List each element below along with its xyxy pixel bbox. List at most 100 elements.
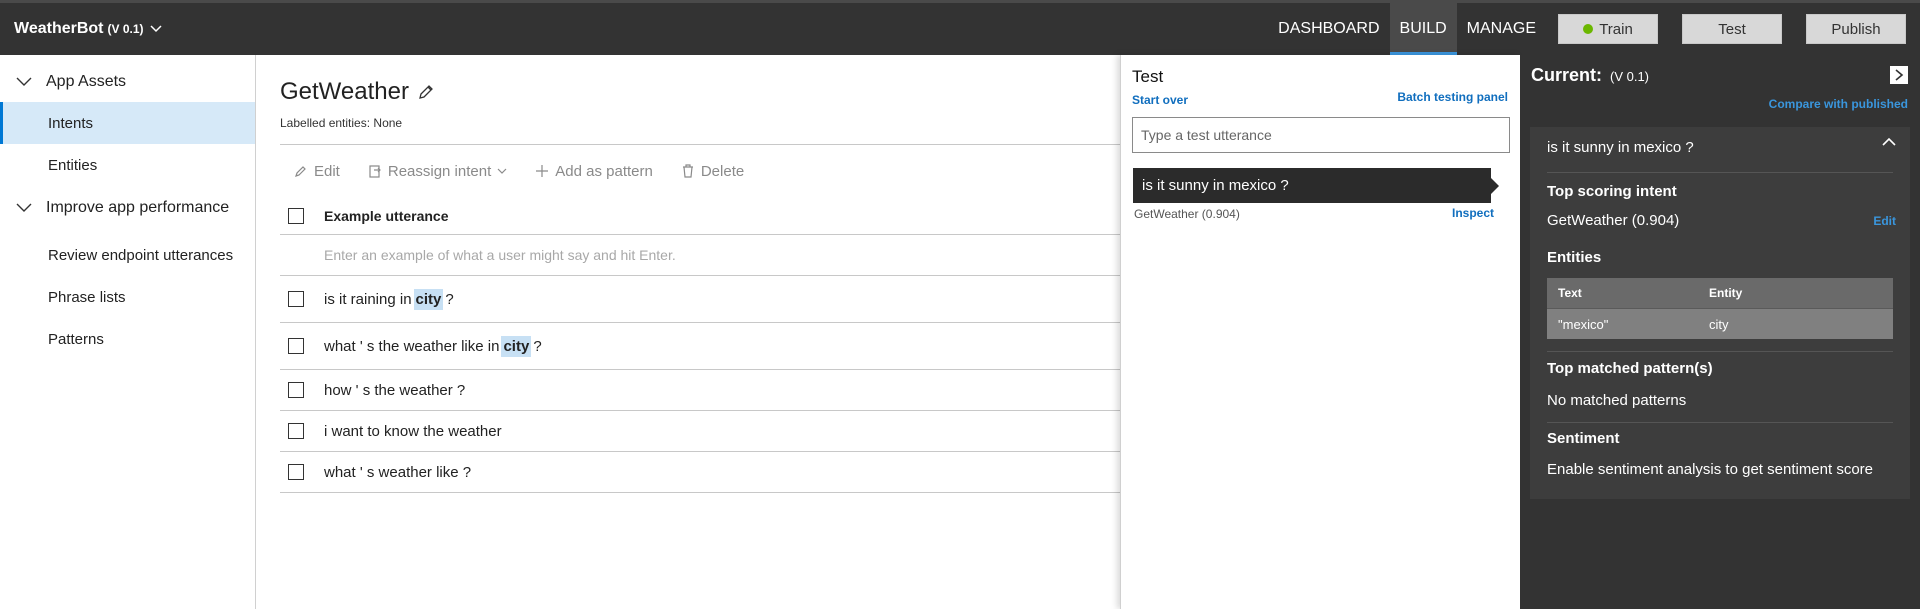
train-label: Train	[1599, 20, 1633, 38]
page-title: GetWeather	[280, 78, 409, 105]
publish-button[interactable]: Publish	[1806, 14, 1906, 44]
top-intent-heading: Top scoring intent	[1547, 183, 1677, 200]
start-over-link[interactable]: Start over	[1132, 93, 1188, 107]
inspect-utterance: is it sunny in mexico ?	[1547, 139, 1694, 156]
row-checkbox[interactable]	[288, 464, 304, 480]
entities-table-header: Text Entity	[1547, 278, 1893, 308]
utterance-text: ?	[445, 290, 454, 308]
app-name: WeatherBot	[14, 20, 104, 37]
divider	[1547, 351, 1893, 352]
row-checkbox[interactable]	[288, 338, 304, 354]
reassign-icon	[369, 165, 381, 178]
entities-heading: Entities	[1547, 249, 1602, 266]
trash-icon	[682, 164, 693, 178]
entity-name: city	[1709, 316, 1729, 332]
train-status-icon	[1583, 24, 1594, 34]
test-button[interactable]: Test	[1682, 14, 1782, 44]
top-intent-value: GetWeather (0.904)	[1547, 212, 1680, 229]
table-row[interactable]: is it raining in city ?	[280, 276, 1120, 323]
table-row[interactable]: how ' s the weather ?	[280, 370, 1120, 411]
table-row[interactable]: what ' s the weather like in city ?	[280, 323, 1120, 370]
column-header: Text	[1558, 286, 1582, 300]
inspect-link[interactable]: Inspect	[1452, 206, 1494, 220]
compare-with-published-link[interactable]: Compare with published	[1769, 97, 1908, 111]
test-utterance-bubble[interactable]: is it sunny in mexico ?	[1133, 168, 1499, 203]
test-utterance-input[interactable]	[1132, 117, 1510, 153]
toolbar: Edit Reassign intent Add as pattern Dele…	[294, 151, 1120, 191]
sidebar-item-intents[interactable]: Intents	[0, 102, 255, 144]
delete-label: Delete	[700, 162, 745, 180]
sentiment-value: Enable sentiment analysis to get sentime…	[1547, 461, 1874, 478]
inspect-card: is it sunny in mexico ? Top scoring inte…	[1530, 127, 1910, 499]
row-checkbox[interactable]	[288, 291, 304, 307]
chevron-down-icon	[497, 168, 507, 174]
test-panel: Test Start over Batch testing panel is i…	[1120, 55, 1520, 609]
select-all-checkbox[interactable]	[288, 207, 304, 224]
main-content: GetWeather Labelled entities: None Edit …	[280, 55, 1120, 493]
app-version: (V 0.1)	[107, 22, 144, 36]
train-button[interactable]: Train	[1558, 14, 1658, 44]
top-nav: DASHBOARD BUILD MANAGE Train Test Publis…	[1268, 3, 1920, 55]
new-utterance-input[interactable]: Enter an example of what a user might sa…	[280, 235, 1120, 276]
close-panel-button[interactable]	[1890, 66, 1908, 84]
inspect-heading: Current:	[1531, 65, 1602, 85]
row-checkbox[interactable]	[288, 423, 304, 439]
delete-button[interactable]: Delete	[681, 163, 744, 180]
add-as-pattern-button[interactable]: Add as pattern	[535, 163, 653, 180]
utterance-table: Example utterance Enter an example of wh…	[280, 197, 1120, 493]
utterance-text: how ' s the weather ?	[324, 381, 466, 399]
sidebar: App Assets Intents Entities Improve app …	[0, 55, 256, 609]
divider	[1547, 172, 1893, 173]
column-header: Example utterance	[324, 207, 449, 224]
chevron-right-icon	[1895, 69, 1904, 81]
inspect-version: (V 0.1)	[1610, 69, 1650, 84]
entity-text: "mexico"	[1558, 316, 1609, 332]
table-row[interactable]: what ' s weather like ?	[280, 452, 1120, 493]
column-header: Entity	[1709, 286, 1743, 300]
test-panel-title: Test	[1132, 67, 1164, 86]
inspect-header: Current: (V 0.1)	[1531, 65, 1649, 86]
chevron-down-icon	[16, 77, 32, 86]
sidebar-item-entities[interactable]: Entities	[0, 144, 255, 186]
sidebar-group-improve[interactable]: Improve app performance	[0, 188, 255, 228]
sidebar-item-patterns[interactable]: Patterns	[0, 318, 255, 360]
edit-button[interactable]: Edit	[294, 163, 340, 180]
nav-manage[interactable]: MANAGE	[1457, 3, 1546, 55]
table-row[interactable]: i want to know the weather	[280, 411, 1120, 452]
divider	[280, 144, 1120, 145]
edit-intent-link[interactable]: Edit	[1873, 214, 1896, 228]
nav-build[interactable]: BUILD	[1389, 3, 1457, 55]
app-switcher[interactable]: WeatherBot (V 0.1)	[14, 20, 162, 38]
test-result-intent: GetWeather (0.904)	[1134, 207, 1240, 221]
sidebar-group-app-assets[interactable]: App Assets	[0, 62, 255, 102]
divider	[1547, 422, 1893, 423]
entities-table: Text Entity "mexico" city	[1547, 278, 1893, 339]
table-row: "mexico" city	[1547, 308, 1893, 339]
patterns-heading: Top matched pattern(s)	[1547, 360, 1713, 377]
chevron-down-icon	[16, 203, 32, 212]
sentiment-heading: Sentiment	[1547, 430, 1620, 447]
entity-label[interactable]: city	[413, 288, 444, 310]
sidebar-item-phrase-lists[interactable]: Phrase lists	[0, 276, 255, 318]
chevron-down-icon	[149, 25, 162, 33]
labelled-entities: Labelled entities: None	[280, 116, 403, 130]
pencil-icon	[295, 166, 306, 177]
pencil-icon[interactable]	[417, 83, 435, 101]
utterance-text: i want to know the weather	[324, 422, 502, 440]
plus-icon	[536, 165, 549, 177]
row-checkbox[interactable]	[288, 382, 304, 398]
inspect-panel: Current: (V 0.1) Compare with published …	[1520, 55, 1920, 609]
sidebar-group-label: Improve app performance	[46, 199, 230, 216]
utterance-text: is it raining in	[324, 290, 412, 308]
nav-dashboard[interactable]: DASHBOARD	[1268, 3, 1389, 55]
entity-label[interactable]: city	[501, 335, 532, 357]
add-pattern-label: Add as pattern	[555, 162, 653, 180]
patterns-value: No matched patterns	[1547, 392, 1687, 409]
batch-testing-link[interactable]: Batch testing panel	[1397, 90, 1508, 104]
table-header: Example utterance	[280, 197, 1120, 235]
reassign-label: Reassign intent	[387, 162, 492, 180]
sidebar-item-review[interactable]: Review endpoint utterances	[0, 234, 255, 276]
chevron-up-icon[interactable]	[1882, 137, 1896, 147]
reassign-intent-button[interactable]: Reassign intent	[368, 163, 507, 180]
top-bar: WeatherBot (V 0.1) DASHBOARD BUILD MANAG…	[0, 0, 1920, 55]
